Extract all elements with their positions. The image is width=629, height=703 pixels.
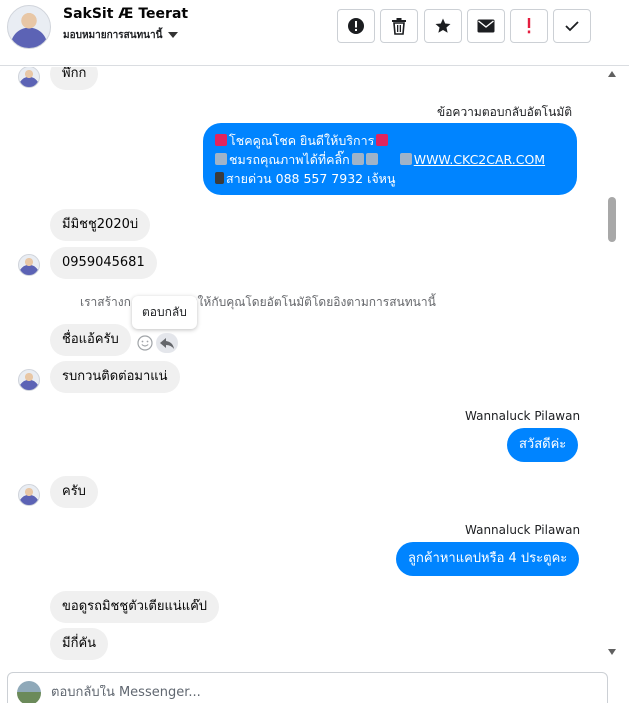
messenger-inbox: SakSit Æ Teerat มอบหมายการสนทนานี้ พึกก …: [0, 0, 629, 703]
mark-done-button[interactable]: [553, 9, 591, 43]
play-emoji-icon: [215, 153, 227, 165]
scroll-up-arrow-icon[interactable]: [608, 71, 616, 77]
play-emoji-icon: [399, 153, 412, 165]
reply-input[interactable]: [51, 685, 571, 700]
contact-name[interactable]: SakSit Æ Teerat: [63, 6, 188, 22]
assign-label: มอบหมายการสนทนานี้: [63, 30, 163, 41]
trash-icon: [392, 18, 406, 35]
scrollbar[interactable]: [607, 67, 617, 670]
sender-name: Wannaluck Pilawan: [465, 409, 581, 423]
down-arrow-emoji-icon: [351, 153, 364, 165]
auto-reply-line-2: ชมรถคุณภาพได้ที่คลิ๊ก: [229, 152, 350, 167]
reply-icon[interactable]: [156, 333, 178, 353]
red-exclamation-icon: [527, 18, 531, 34]
auto-reply-line-3: สายด่วน 088 557 7932 เจ้หนู: [226, 171, 396, 186]
envelope-emoji-icon: [215, 134, 227, 146]
incoming-message[interactable]: 0959045681: [50, 247, 157, 279]
incoming-message[interactable]: ครับ: [50, 476, 98, 508]
incoming-message[interactable]: มีกี่คัน: [50, 628, 109, 660]
envelope-emoji-icon: [376, 134, 389, 146]
delete-button[interactable]: [380, 9, 418, 43]
incoming-message[interactable]: รบกวนติดต่อมาแน่: [50, 361, 180, 393]
incoming-message[interactable]: ชื่อแอ้ครับ: [50, 324, 131, 356]
down-arrow-emoji-icon: [365, 153, 378, 165]
follow-up-button[interactable]: [510, 9, 548, 43]
outgoing-message[interactable]: ลูกค้าหาแคปหรือ 4 ประตูคะ: [396, 542, 580, 576]
star-button[interactable]: [424, 9, 462, 43]
incoming-message[interactable]: ขอดูรถมิชชูตัวเตียแน่แค๊ป: [50, 591, 220, 623]
assign-conversation-dropdown[interactable]: มอบหมายการสนทนานี้: [63, 28, 179, 43]
auto-reply-label: ข้อความตอบกลับอัตโนมัติ: [437, 105, 573, 119]
check-icon: [565, 21, 579, 32]
message-thread[interactable]: พึกก ข้อความตอบกลับอัตโนมัติ โชคคูณโชค ย…: [0, 67, 629, 670]
reply-tooltip: ตอบกลับ: [132, 296, 197, 329]
website-link[interactable]: WWW.CKC2CAR.COM: [414, 152, 545, 167]
contact-avatar-small: [18, 67, 40, 88]
caret-down-icon: [168, 32, 179, 38]
contact-avatar-small: [18, 254, 40, 276]
mark-spam-button[interactable]: [337, 9, 375, 43]
envelope-icon: [477, 19, 495, 33]
outgoing-message[interactable]: สวัสดีค่ะ: [507, 428, 579, 462]
contact-avatar[interactable]: [7, 5, 51, 49]
star-icon: [435, 18, 451, 33]
phone-emoji-icon: [215, 172, 224, 184]
reply-box[interactable]: [7, 672, 608, 703]
contact-avatar-small: [18, 369, 40, 391]
alert-icon: [348, 18, 364, 34]
scrollbar-thumb[interactable]: [608, 197, 616, 242]
contact-avatar-small: [18, 484, 40, 506]
mark-unread-button[interactable]: [467, 9, 505, 43]
incoming-message[interactable]: พึกก: [50, 67, 99, 90]
auto-reply-message[interactable]: โชคคูณโชค ยินดีให้บริการ ชมรถคุณภาพได้ที…: [203, 123, 577, 195]
composer: [0, 670, 629, 703]
sender-name: Wannaluck Pilawan: [465, 523, 581, 537]
incoming-message[interactable]: มีมิชชู2020บ่: [50, 209, 151, 241]
react-icon[interactable]: [137, 335, 153, 351]
scroll-down-arrow-icon[interactable]: [608, 649, 616, 655]
auto-reply-line-1: โชคคูณโชค ยินดีให้บริการ: [229, 133, 375, 148]
conversation-header: SakSit Æ Teerat มอบหมายการสนทนานี้: [0, 0, 629, 66]
page-avatar: [17, 681, 41, 703]
